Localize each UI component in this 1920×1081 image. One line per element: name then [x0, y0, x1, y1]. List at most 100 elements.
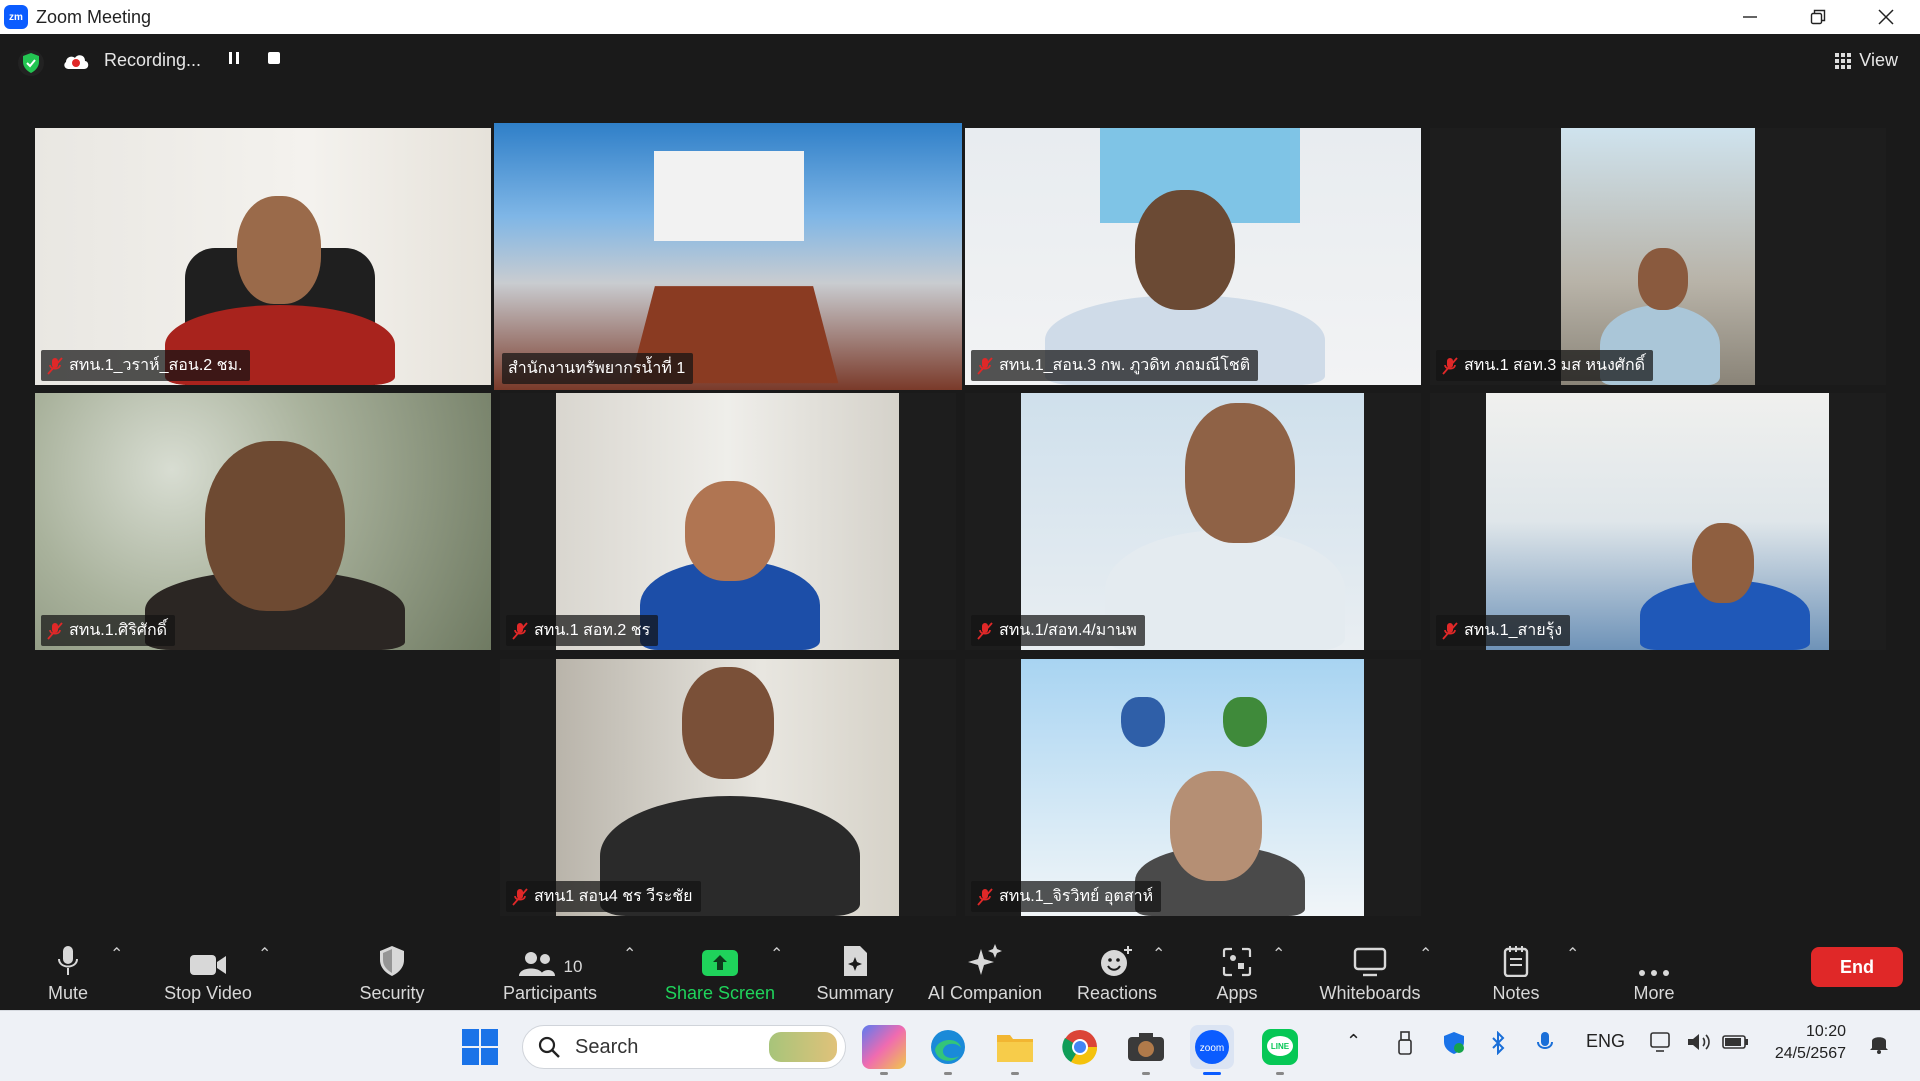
close-button[interactable] [1852, 0, 1920, 34]
file-explorer-icon[interactable] [993, 1025, 1037, 1075]
volume-icon[interactable] [1686, 1031, 1712, 1058]
end-meeting-button[interactable]: End [1811, 947, 1903, 987]
zoom-app-icon[interactable]: zoom [1190, 1025, 1234, 1075]
participant-nameplate: สทน.1.ศิริศักดิ์ [41, 615, 176, 646]
whiteboards-options-caret[interactable]: ⌃ [1419, 944, 1432, 964]
taskbar-search[interactable]: Search [522, 1025, 846, 1069]
copilot-pre-icon[interactable] [862, 1025, 906, 1075]
participant-head [685, 481, 775, 581]
video-tile[interactable]: สทน.1_สอน.3 กพ. ภูวดิท ภถมณีโชติ [965, 128, 1421, 385]
reactions-button[interactable]: Reactions [1070, 936, 1164, 1010]
video-tile[interactable]: สทน.1_สายรุ้ง [1430, 393, 1886, 650]
minimize-button[interactable] [1716, 0, 1784, 34]
usb-device-icon[interactable] [1396, 1031, 1414, 1060]
window-title-bar: zm Zoom Meeting [0, 0, 1920, 34]
share-options-caret[interactable]: ⌃ [770, 944, 783, 964]
participant-nameplate: สทน.1_จิรวิทย์ อุตสาห์ [971, 881, 1162, 912]
windows-start-button[interactable] [462, 1029, 498, 1065]
apps-button[interactable]: Apps [1200, 936, 1274, 1010]
notes-label: Notes [1492, 982, 1540, 1003]
windows-security-icon[interactable] [1442, 1031, 1466, 1060]
video-tile-active-speaker[interactable]: สำนักงานทรัพยากรน้ำที่ 1 [494, 123, 962, 390]
participant-head [1638, 248, 1688, 310]
pause-recording-button[interactable] [227, 51, 241, 70]
more-label: More [1633, 982, 1675, 1003]
notes-options-caret[interactable]: ⌃ [1566, 944, 1579, 964]
notifications-bell-icon[interactable] [1868, 1031, 1890, 1060]
muted-mic-icon [977, 621, 993, 640]
security-button[interactable]: Security [352, 936, 432, 1010]
notes-button[interactable]: Notes [1486, 936, 1546, 1010]
muted-mic-icon [1442, 356, 1458, 375]
video-options-caret[interactable]: ⌃ [258, 944, 271, 964]
edge-browser-icon[interactable] [926, 1025, 970, 1075]
participants-label: Participants [502, 982, 598, 1003]
encryption-shield-icon[interactable] [18, 50, 44, 76]
participants-button[interactable]: 10 Participants [498, 936, 602, 1010]
mute-label: Mute [47, 982, 89, 1003]
minimize-icon [1743, 16, 1757, 18]
more-button[interactable]: More [1624, 936, 1684, 1010]
recording-indicator[interactable]: Recording... [62, 50, 281, 71]
ai-companion-button[interactable]: AI Companion [920, 936, 1050, 1010]
taskbar-clock[interactable]: 10:20 24/5/2567 [1775, 1021, 1846, 1065]
stop-icon [268, 52, 281, 64]
audio-options-caret[interactable]: ⌃ [110, 944, 123, 964]
meeting-top-bar: Recording... View [0, 34, 1920, 96]
ai-companion-label: AI Companion [927, 982, 1043, 1003]
battery-icon[interactable] [1722, 1031, 1750, 1058]
participants-count: 10 [563, 956, 583, 976]
pause-icon [229, 52, 240, 64]
notes-icon [1503, 945, 1529, 977]
line-app-icon[interactable]: LINE [1258, 1025, 1302, 1075]
windows-taskbar: Search zoom LINE ⌃ ENG 10:20 24/5/2567 [0, 1010, 1920, 1081]
participant-name: สทน.1.ศิริศักดิ์ [69, 622, 168, 639]
view-button[interactable]: View [1835, 50, 1898, 71]
chrome-browser-icon[interactable] [1058, 1025, 1102, 1069]
reactions-options-caret[interactable]: ⌃ [1152, 944, 1165, 964]
grid-view-icon [1835, 52, 1852, 69]
video-tile[interactable]: สทน.1_จิรวิทย์ อุตสาห์ [965, 659, 1421, 916]
input-language-indicator[interactable]: ENG [1586, 1031, 1625, 1052]
search-icon [538, 1036, 560, 1058]
clock-date: 24/5/2567 [1774, 1045, 1846, 1062]
summary-button[interactable]: Summary [812, 936, 898, 1010]
participants-icon [518, 951, 555, 976]
window-controls [1716, 0, 1920, 34]
whiteboards-button[interactable]: Whiteboards [1310, 936, 1430, 1010]
muted-mic-icon [512, 887, 528, 906]
video-tile[interactable]: สทน1 สอน4 ชร วีระชัย [500, 659, 956, 916]
share-screen-button[interactable]: Share Screen [664, 936, 776, 1010]
mute-button[interactable]: Mute [38, 936, 98, 1010]
muted-mic-icon [512, 621, 528, 640]
reactions-label: Reactions [1076, 982, 1158, 1003]
participant-name: สทน.1_วราห์_สอน.2 ชม. [69, 357, 243, 374]
stop-recording-button[interactable] [267, 51, 281, 70]
participant-nameplate: สทน.1_สายรุ้ง [1436, 615, 1571, 646]
apps-label: Apps [1216, 982, 1258, 1003]
video-tile[interactable]: สทน.1_วราห์_สอน.2 ชม. [35, 128, 491, 385]
participants-options-caret[interactable]: ⌃ [623, 944, 636, 964]
bluetooth-icon[interactable] [1490, 1030, 1506, 1060]
participant-name: สทน.1_สายรุ้ง [1464, 622, 1563, 639]
close-icon [1878, 9, 1894, 25]
video-tile[interactable]: สทน.1 สอท.2 ชร [500, 393, 956, 650]
participant-head [237, 196, 321, 304]
room-banner [654, 151, 804, 241]
video-tile[interactable]: สทน.1/สอท.4/มานพ [965, 393, 1421, 650]
more-dots-icon [1639, 969, 1669, 976]
stop-video-button[interactable]: Stop Video [158, 936, 258, 1010]
camera-app-icon[interactable] [1124, 1025, 1168, 1075]
restore-button[interactable] [1784, 0, 1852, 34]
muted-mic-icon [47, 356, 63, 375]
meeting-toolbar: Mute ⌃ Stop Video ⌃ Security 10 Particip… [0, 936, 1920, 1010]
summary-icon [844, 945, 867, 976]
video-tile[interactable]: สทน.1 สอท.3 มส หนงศักดิ์ [1430, 128, 1886, 385]
network-icon[interactable] [1650, 1031, 1674, 1058]
microphone-tray-icon[interactable] [1536, 1031, 1554, 1060]
apps-options-caret[interactable]: ⌃ [1272, 944, 1285, 964]
participant-name: สทน.1 สอท.2 ชร [534, 622, 651, 639]
show-hidden-icons-chevron[interactable]: ⌃ [1346, 1031, 1361, 1052]
microphone-icon [58, 945, 78, 975]
video-tile[interactable]: สทน.1.ศิริศักดิ์ [35, 393, 491, 650]
